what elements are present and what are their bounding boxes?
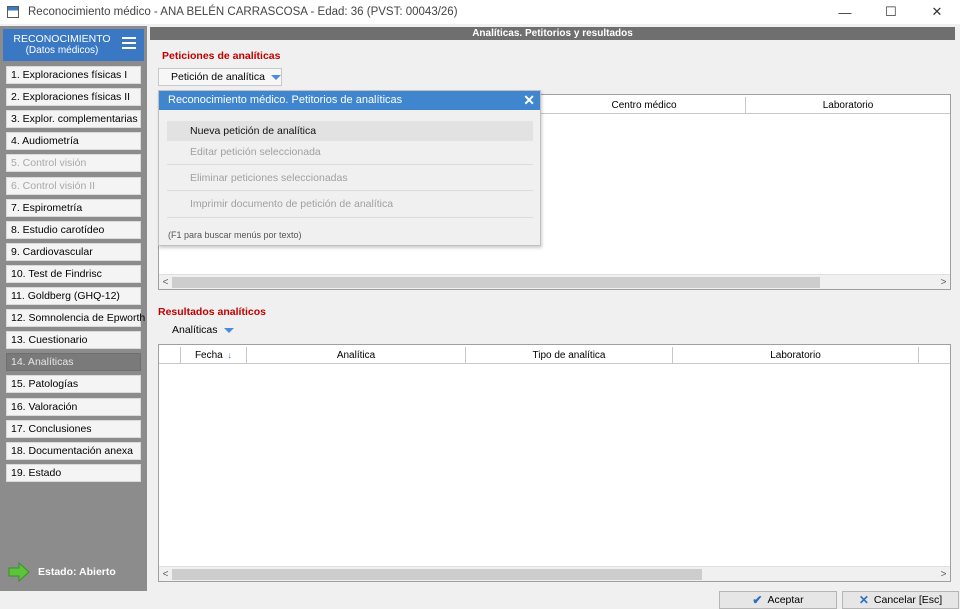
- column-laboratorio[interactable]: Laboratorio: [673, 347, 919, 364]
- sort-icon[interactable]: ↓: [228, 350, 233, 360]
- sidebar-header: RECONOCIMIENTO (Datos médicos): [3, 29, 144, 61]
- column-centro-medico[interactable]: Centro médico: [543, 97, 746, 114]
- sidebar-item[interactable]: 1. Exploraciones físicas I: [6, 66, 141, 84]
- popup-hint: (F1 para buscar menús por texto): [168, 230, 302, 240]
- close-icon[interactable]: ✕: [523, 93, 535, 108]
- menu-item-editar-peticion[interactable]: Editar petición seleccionada: [167, 142, 533, 162]
- sidebar-item[interactable]: 17. Conclusiones: [6, 419, 141, 438]
- scroll-thumb[interactable]: [172, 277, 820, 288]
- status-indicator: Estado: Abierto: [8, 562, 116, 582]
- maximize-button[interactable]: ☐: [868, 0, 914, 24]
- popup-header: Reconocimiento médico. Petitorios de ana…: [159, 91, 540, 110]
- app-icon: [7, 6, 19, 18]
- column-tipo-analitica[interactable]: Tipo de analítica: [466, 347, 673, 364]
- sidebar-item[interactable]: 2. Exploraciones físicas II: [6, 88, 141, 107]
- peticiones-title: Peticiones de analíticas: [162, 50, 281, 62]
- sidebar-header-title: RECONOCIMIENTO: [13, 33, 111, 45]
- window-title: Reconocimiento médico - ANA BELÉN CARRAS…: [28, 6, 458, 18]
- minimize-button[interactable]: —: [822, 0, 868, 24]
- menu-separator: [167, 217, 533, 218]
- analiticas-dropdown-button[interactable]: Analíticas: [160, 322, 240, 340]
- sidebar: RECONOCIMIENTO (Datos médicos) 1. Explor…: [0, 26, 147, 591]
- main-header: Analíticas. Petitorios y resultados: [150, 27, 955, 40]
- sidebar-item[interactable]: 13. Cuestionario: [6, 331, 141, 350]
- dropdown-arrow-icon: [223, 327, 234, 333]
- column-fecha-label: Fecha: [194, 350, 223, 361]
- sidebar-header-subtitle: (Datos médicos): [25, 45, 99, 56]
- sidebar-item[interactable]: 3. Explor. complementarias: [6, 110, 141, 129]
- sidebar-item[interactable]: 5. Control visión: [6, 154, 141, 173]
- accept-button-label: Aceptar: [767, 594, 804, 606]
- sidebar-item[interactable]: 4. Audiometría: [6, 132, 141, 151]
- grid-header: Fecha ↓ Analítica Tipo de analítica Labo…: [159, 347, 950, 364]
- sidebar-item[interactable]: 10. Test de Findrisc: [6, 264, 141, 283]
- horizontal-scrollbar[interactable]: < >: [159, 274, 950, 289]
- sidebar-item[interactable]: 7. Espirometría: [6, 198, 141, 217]
- sidebar-item[interactable]: 6. Control visión II: [6, 176, 141, 195]
- sidebar-item[interactable]: 18. Documentación anexa: [6, 441, 141, 460]
- sidebar-item[interactable]: 8. Estudio carotídeo: [6, 220, 141, 239]
- sidebar-item[interactable]: 11. Goldberg (GHQ-12): [6, 287, 141, 305]
- scroll-right-icon[interactable]: >: [937, 275, 950, 290]
- sidebar-item[interactable]: 9. Cardiovascular: [6, 242, 141, 261]
- check-icon: ✔: [752, 593, 763, 607]
- resultados-grid[interactable]: Fecha ↓ Analítica Tipo de analítica Labo…: [158, 344, 951, 582]
- menu-item-imprimir-documento[interactable]: Imprimir documento de petición de analít…: [167, 194, 533, 214]
- sidebar-item[interactable]: 19. Estado: [6, 463, 141, 482]
- column-laboratorio[interactable]: Laboratorio: [746, 97, 950, 114]
- accept-button[interactable]: ✔ Aceptar: [719, 591, 837, 609]
- popup-title: Reconocimiento médico. Petitorios de ana…: [168, 94, 403, 106]
- horizontal-scrollbar[interactable]: < >: [159, 566, 950, 581]
- close-button[interactable]: ✕: [914, 0, 960, 24]
- sidebar-item[interactable]: 14. Analíticas: [6, 353, 141, 372]
- menu-separator: [167, 164, 533, 165]
- scroll-left-icon[interactable]: <: [159, 567, 172, 582]
- petitorios-popup-menu: Reconocimiento médico. Petitorios de ana…: [158, 90, 541, 246]
- green-arrow-icon: [8, 562, 30, 582]
- row-selector-column: [159, 347, 181, 364]
- resultados-title: Resultados analíticos: [158, 306, 266, 318]
- x-icon: ✕: [858, 593, 869, 607]
- scroll-thumb[interactable]: [172, 569, 702, 580]
- cancel-button-label: Cancelar [Esc]: [873, 594, 943, 606]
- scroll-left-icon[interactable]: <: [159, 275, 172, 290]
- peticion-dropdown-label: Petición de analítica: [171, 71, 265, 83]
- title-bar: Reconocimiento médico - ANA BELÉN CARRAS…: [0, 0, 960, 24]
- column-fecha[interactable]: Fecha ↓: [181, 347, 247, 364]
- cancel-button[interactable]: ✕ Cancelar [Esc]: [842, 591, 959, 609]
- analiticas-dropdown-label: Analíticas: [172, 324, 218, 336]
- sidebar-item[interactable]: 12. Somnolencia de Epworth: [6, 309, 145, 328]
- scroll-right-icon[interactable]: >: [937, 567, 950, 582]
- column-analitica[interactable]: Analítica: [247, 347, 466, 364]
- sidebar-item[interactable]: 16. Valoración: [6, 397, 141, 416]
- menu-separator: [167, 190, 533, 191]
- menu-item-eliminar-peticiones[interactable]: Eliminar peticiones seleccionadas: [167, 168, 533, 188]
- status-label: Estado: Abierto: [38, 566, 116, 578]
- sidebar-item[interactable]: 15. Patologías: [6, 375, 141, 394]
- hamburger-menu-icon[interactable]: [122, 37, 136, 49]
- menu-item-nueva-peticion[interactable]: Nueva petición de analítica: [167, 121, 533, 141]
- dropdown-arrow-icon: [270, 74, 281, 80]
- peticion-dropdown-button[interactable]: Petición de analítica: [158, 68, 282, 86]
